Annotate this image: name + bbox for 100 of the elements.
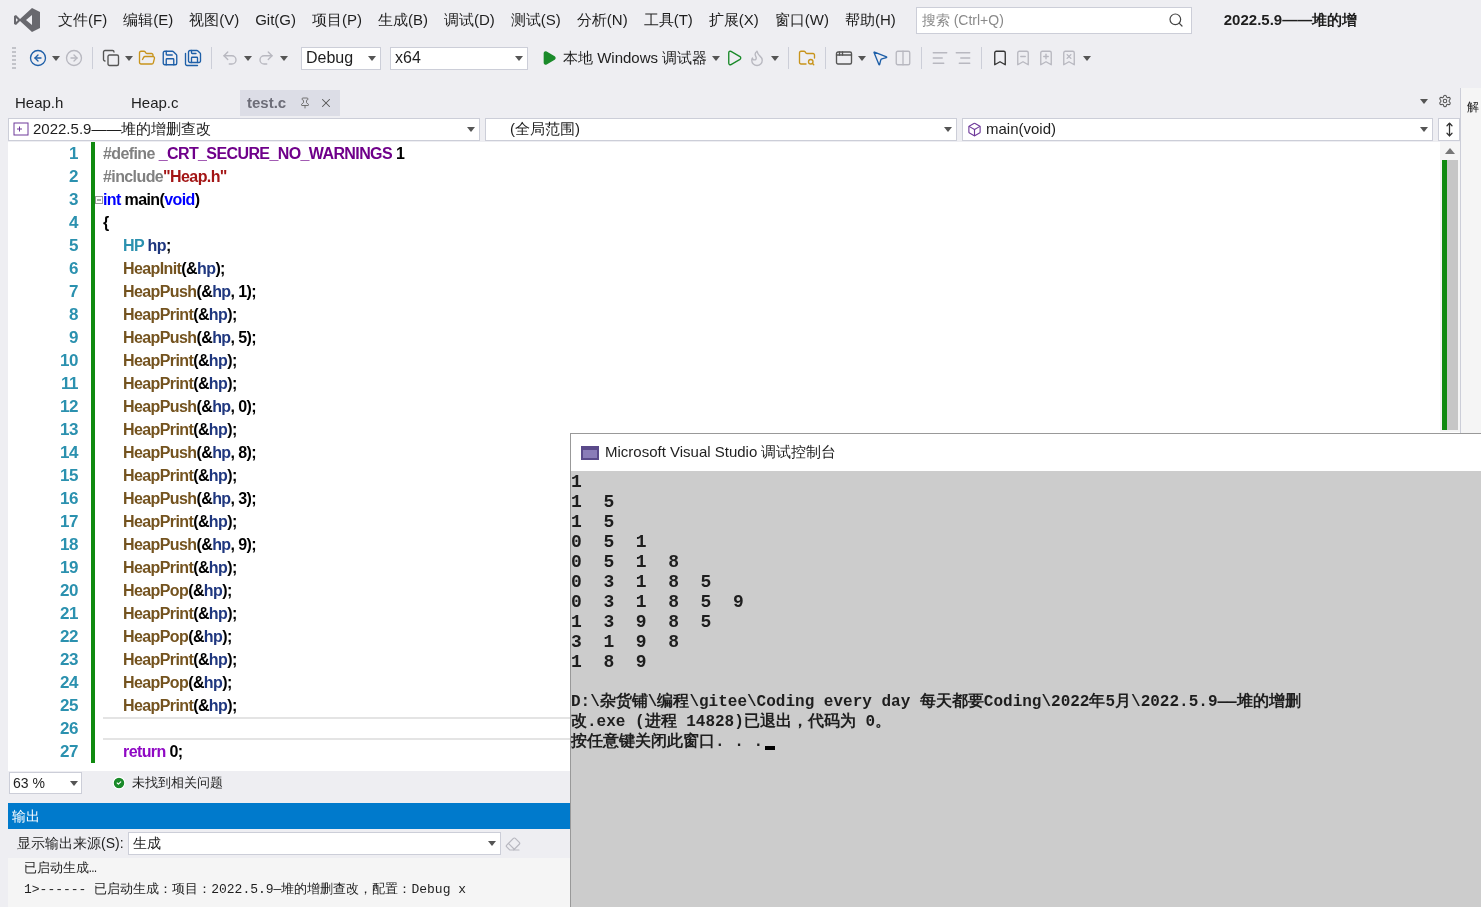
back-icon[interactable] <box>29 49 47 67</box>
menu-item[interactable]: 测试(S) <box>502 8 569 32</box>
line-number: 9 <box>68 327 78 349</box>
play-outline-icon[interactable] <box>725 49 744 67</box>
code-line: HeapPrint(&hp); <box>123 511 237 532</box>
code-line: HeapPop(&hp); <box>123 672 232 693</box>
collapse-icon[interactable] <box>95 196 103 204</box>
line-number: 16 <box>59 488 78 510</box>
caret-icon <box>125 55 133 61</box>
console-line: D:\杂货铺\编程\gitee\Coding every day 每天都要Coding\2022年5月\2022.5.9——堆的增删 <box>571 692 1301 712</box>
code-line: return 0; <box>123 741 183 762</box>
code-line: HeapPop(&hp); <box>123 626 232 647</box>
line-number: 5 <box>68 235 78 257</box>
folder-search-icon[interactable] <box>798 49 817 67</box>
console-line: 3 1 9 8 <box>571 632 681 652</box>
line-number: 2 <box>68 166 78 188</box>
code-line: HeapPop(&hp); <box>123 580 232 601</box>
code-line: HeapPush(&hp, 9); <box>123 534 256 555</box>
search-icon[interactable] <box>1167 11 1184 28</box>
line-number: 8 <box>68 304 78 326</box>
configuration-dropdown[interactable]: Debug <box>301 46 381 70</box>
menu-item[interactable]: 项目(P) <box>304 8 370 32</box>
menu-item[interactable]: 视图(V) <box>181 8 248 32</box>
menu-item[interactable]: 窗口(W) <box>766 8 837 32</box>
check-icon <box>112 776 126 790</box>
code-line: { <box>103 212 109 233</box>
project-dropdown[interactable]: 2022.5.9——堆的增删查改 <box>8 117 480 141</box>
caret-icon <box>1420 126 1428 132</box>
output-line: 已启动生成… <box>24 860 98 878</box>
console-line: 按任意键关闭此窗口. . . <box>571 732 763 752</box>
window-icon[interactable] <box>835 49 854 67</box>
console-line: 1 3 9 8 5 <box>571 612 713 632</box>
line-number: 19 <box>59 557 78 579</box>
caret-icon <box>244 55 252 61</box>
code-line: HeapInit(&hp); <box>123 258 225 279</box>
pin-icon[interactable] <box>299 97 311 109</box>
code-line: HeapPush(&hp, 1); <box>123 281 256 302</box>
source-dropdown[interactable]: 生成 <box>127 832 501 855</box>
caret-icon <box>280 55 288 61</box>
save-icon[interactable] <box>161 49 179 67</box>
file-tab[interactable]: test.c <box>240 90 340 116</box>
save-all-icon[interactable] <box>184 49 202 67</box>
toolbar-grip[interactable] <box>12 47 16 69</box>
line-number: 21 <box>59 603 78 625</box>
close-icon[interactable] <box>319 96 333 110</box>
line-number: 15 <box>59 465 78 487</box>
caret-icon <box>712 55 721 61</box>
code-line: HeapPush(&hp, 3); <box>123 488 256 509</box>
pointer-icon[interactable] <box>871 49 890 67</box>
menu-item[interactable]: 编辑(E) <box>115 8 182 32</box>
code-line: HeapPrint(&hp); <box>123 350 237 371</box>
folder-icon[interactable] <box>138 49 156 67</box>
code-line: HeapPrint(&hp); <box>123 557 237 578</box>
caret-icon <box>52 55 60 61</box>
split-button[interactable] <box>1438 117 1460 141</box>
scrollbar[interactable] <box>1440 142 1460 432</box>
run-button[interactable]: 本地 Windows 调试器 <box>541 46 708 70</box>
scope-dropdown[interactable]: (全局范围) <box>485 117 957 141</box>
code-line: HeapPrint(&hp); <box>123 465 237 486</box>
member-dropdown[interactable]: main(void) <box>962 117 1433 141</box>
code-line: HeapPrint(&hp); <box>123 304 237 325</box>
line-number: 13 <box>59 419 78 441</box>
caret-icon <box>467 126 475 132</box>
issues-status: 未找到相关问题 <box>132 774 223 793</box>
line-number: 11 <box>60 373 78 395</box>
caret-icon <box>771 55 780 61</box>
code-line: HP hp; <box>123 235 171 256</box>
line-number: 25 <box>59 695 78 717</box>
menu-item[interactable]: 文件(F) <box>50 8 116 32</box>
caret-icon <box>1083 55 1092 61</box>
menu-item[interactable]: 生成(B) <box>370 8 436 32</box>
menu-item[interactable]: 调试(D) <box>436 8 503 32</box>
caret-icon <box>944 126 952 132</box>
file-tab[interactable]: Heap.c <box>124 90 240 116</box>
menu-item[interactable]: 扩展(X) <box>700 8 767 32</box>
console-line: 改.exe (进程 14828)已退出，代码为 0。 <box>571 712 892 732</box>
menu-item[interactable]: 工具(T) <box>635 8 701 32</box>
line-number: 26 <box>59 718 78 740</box>
line-number: 1 <box>68 143 78 165</box>
code-line: #define _CRT_SECURE_NO_WARNINGS 1 <box>103 143 405 164</box>
platform-dropdown[interactable]: x64 <box>390 46 528 70</box>
new-item-icon[interactable] <box>102 49 120 67</box>
menu-item[interactable]: 帮助(H) <box>836 8 904 32</box>
console-line: 1 8 9 <box>571 652 648 672</box>
line-number: 20 <box>59 580 78 602</box>
zoom-dropdown[interactable]: 63 % <box>9 772 82 794</box>
menu-item[interactable]: Git(G) <box>247 8 304 32</box>
line-number: 22 <box>59 626 78 648</box>
settings-icon[interactable] <box>1438 94 1452 108</box>
scroll-up-icon[interactable] <box>1445 148 1455 154</box>
play-icon <box>541 50 557 66</box>
file-tab[interactable]: Heap.h <box>8 90 124 116</box>
code-line: #include"Heap.h" <box>103 166 227 187</box>
line-number: 18 <box>59 534 78 556</box>
window-title: 2022.5.9——堆的增 <box>1223 9 1358 30</box>
search-field[interactable]: 搜索 (Ctrl+Q) <box>915 6 1192 34</box>
code-line: HeapPush(&hp, 0); <box>123 396 256 417</box>
console-icon <box>581 445 599 460</box>
menu-item[interactable]: 分析(N) <box>568 8 636 32</box>
console-line: 1 <box>571 472 583 492</box>
